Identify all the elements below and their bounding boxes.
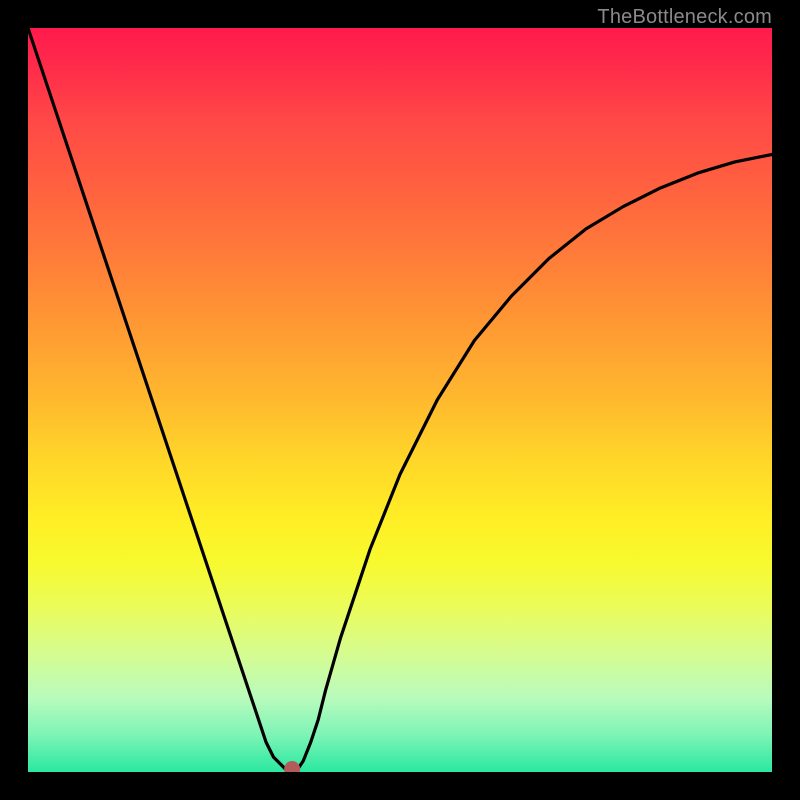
- chart-frame: TheBottleneck.com: [0, 0, 800, 800]
- curve-group: [28, 28, 772, 772]
- watermark-text: TheBottleneck.com: [597, 6, 772, 29]
- plot-area: [28, 28, 772, 772]
- chart-svg: [28, 28, 772, 772]
- optimum-marker: [284, 761, 300, 772]
- bottleneck-curve: [28, 28, 772, 772]
